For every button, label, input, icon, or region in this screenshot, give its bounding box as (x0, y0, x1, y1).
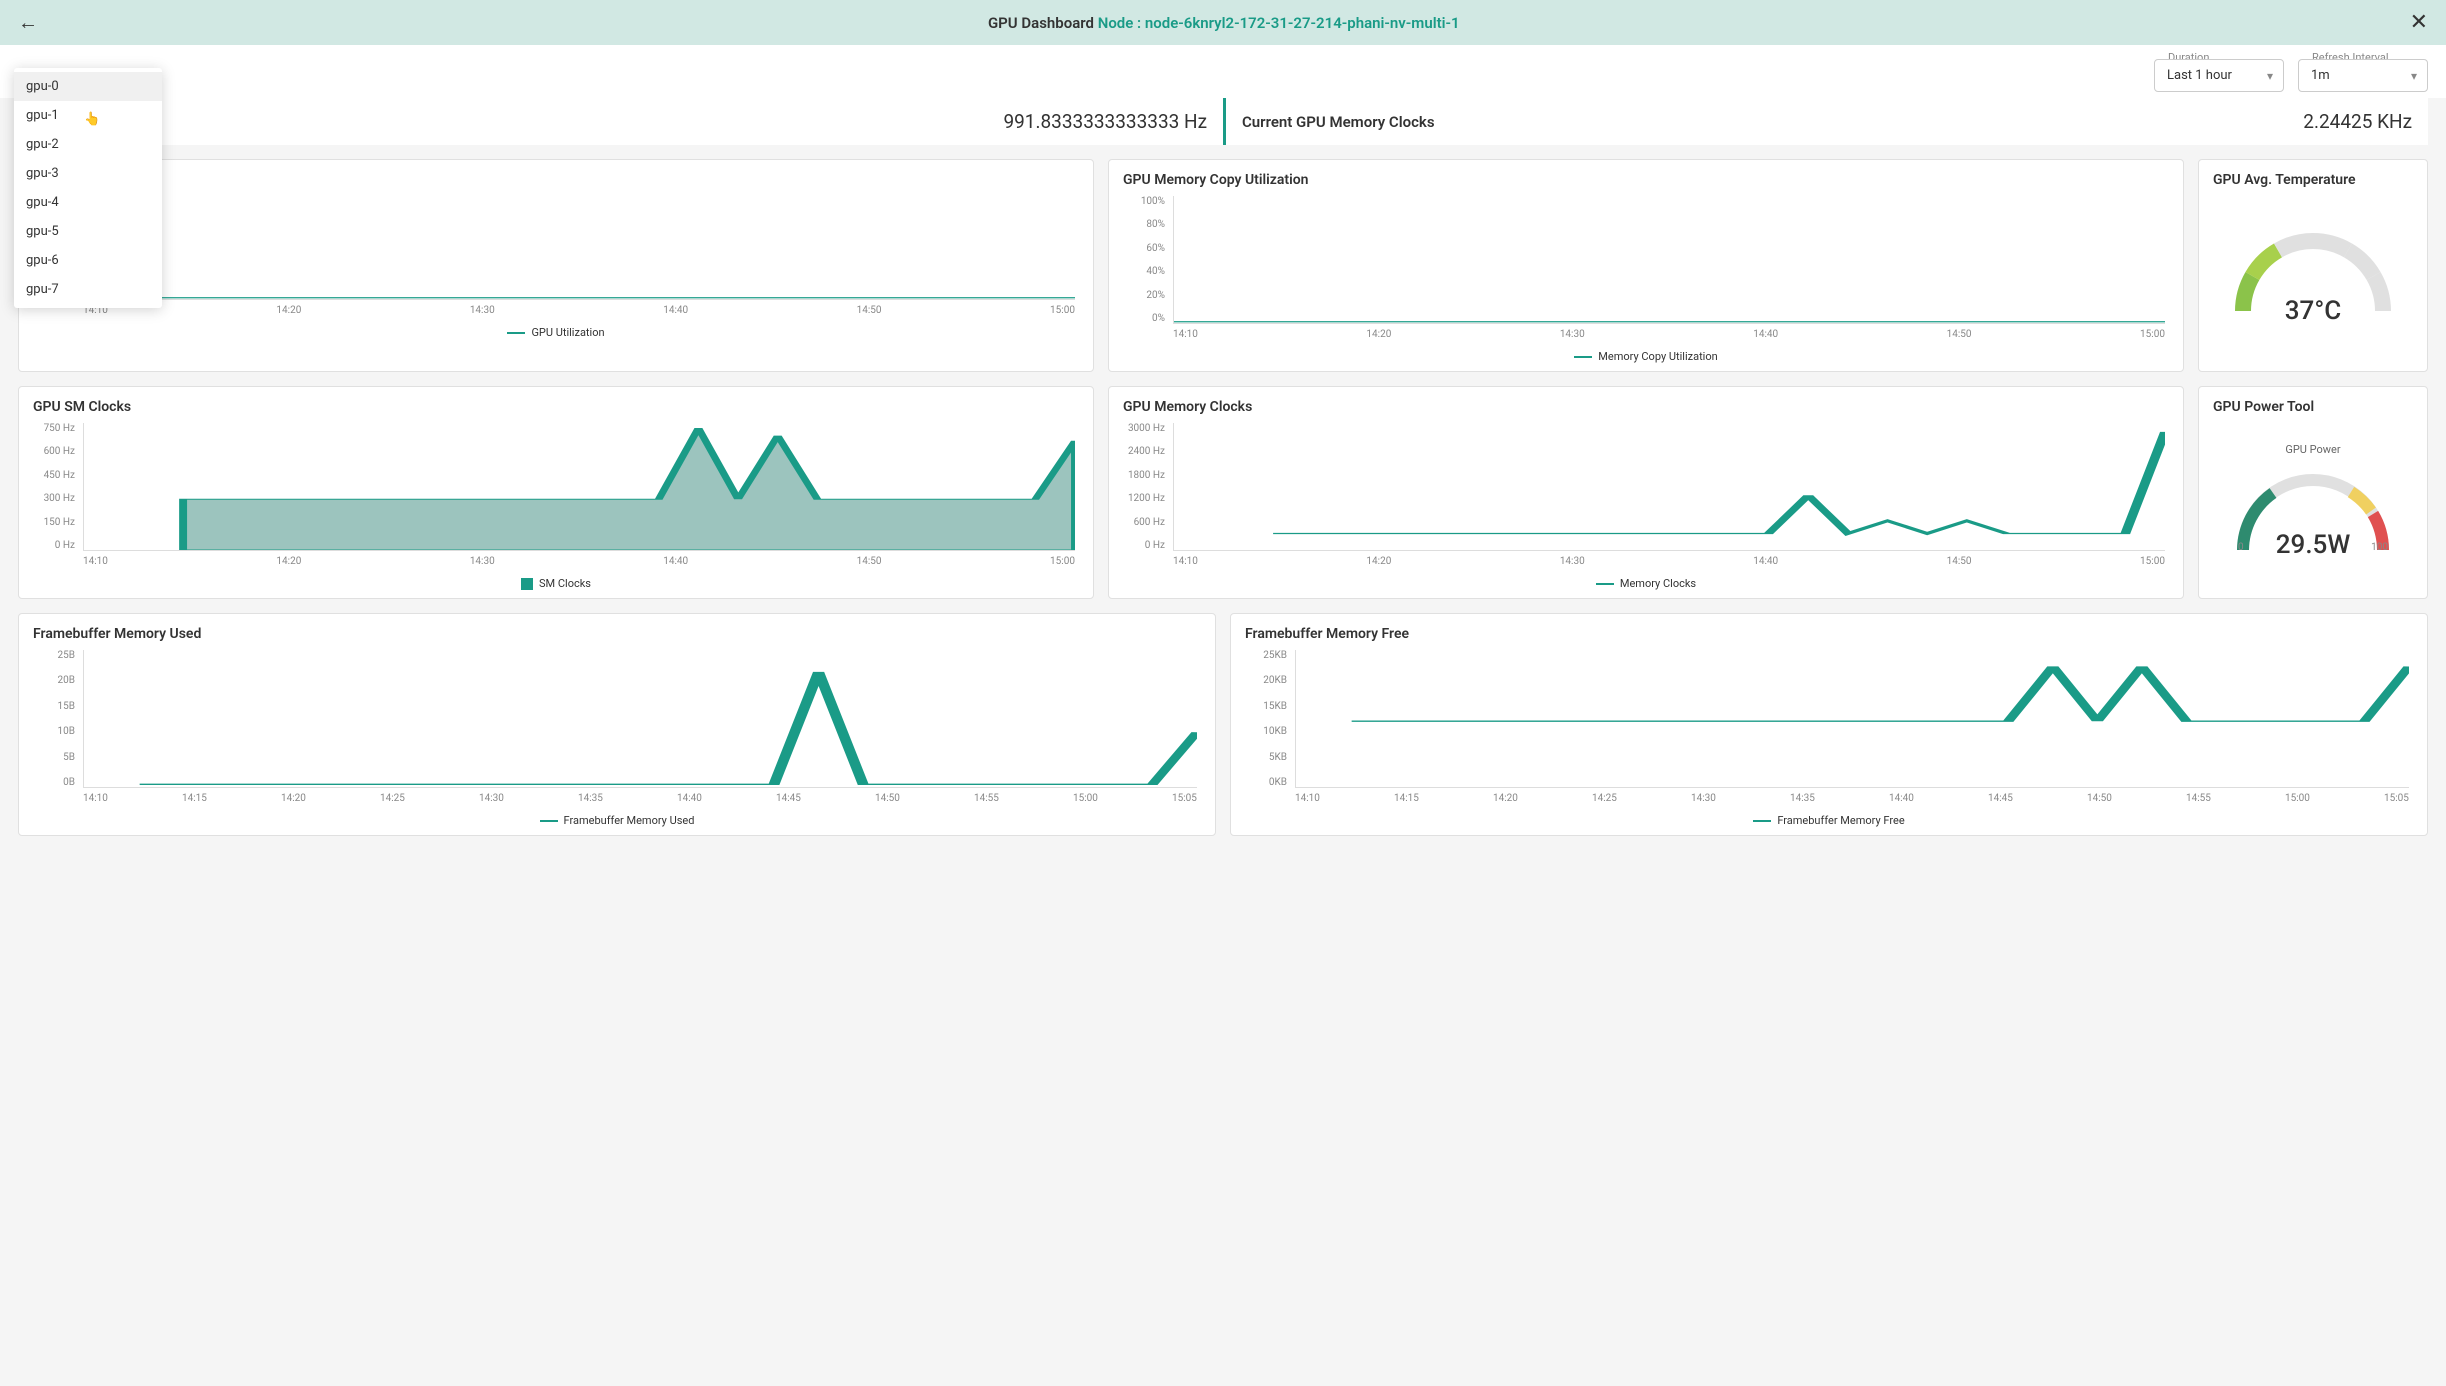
fb-free-title: Framebuffer Memory Free (1245, 626, 2413, 642)
memclk-legend: Memory Clocks (1123, 577, 2169, 590)
fb-free-legend: Framebuffer Memory Free (1245, 814, 2413, 827)
fb-free-yaxis: 25KB20KB15KB10KB5KB0KB (1245, 650, 1293, 788)
gpu-util-legend: GPU Utilization (33, 326, 1079, 339)
mem-copy-legend: Memory Copy Utilization (1123, 350, 2169, 363)
close-icon[interactable]: ✕ (2410, 10, 2428, 35)
memclk-plot (1173, 423, 2165, 551)
card-gpu-utilization: 20% 0% 14:1014:2014:3014:4014:5015:00 GP… (18, 159, 1094, 372)
duration-select[interactable]: Duration Last 1 hour (2154, 59, 2284, 92)
power-gauge-title: GPU Power (2285, 443, 2340, 456)
gpu-selector-dropdown[interactable]: gpu-0 gpu-1 gpu-2 gpu-3 gpu-4 gpu-5 gpu-… (14, 68, 162, 308)
card-gpu-temp: GPU Avg. Temperature 37°C (2198, 159, 2428, 372)
card-fb-free: Framebuffer Memory Free 25KB20KB15KB10KB… (1230, 613, 2428, 836)
metric-sm-clocks[interactable]: GPU SM Clocks 991.8333333333333 Hz (18, 98, 1223, 145)
page-title: GPU Dashboard Node : node-6knryl2-172-31… (38, 14, 2410, 32)
memclk-title: GPU Memory Clocks (1123, 399, 2169, 415)
gpu-option-1[interactable]: gpu-1 (14, 101, 162, 130)
temp-gauge: 37°C (2213, 196, 2413, 346)
header-bar: ← GPU Dashboard Node : node-6knryl2-172-… (0, 0, 2446, 45)
refresh-select[interactable]: Refresh Interval 1m (2298, 59, 2428, 92)
metric-sm-clocks-label: GPU SM Clocks (37, 113, 1003, 131)
fb-used-yaxis: 25B20B15B10B5B0B (33, 650, 81, 788)
power-gauge: GPU Power 29.5W 0100 (2213, 423, 2413, 573)
fb-used-title: Framebuffer Memory Used (33, 626, 1201, 642)
gpu-option-0[interactable]: gpu-0 (14, 72, 162, 101)
sm-title: GPU SM Clocks (33, 399, 1079, 415)
fb-free-plot (1295, 650, 2409, 788)
card-sm-clocks: GPU SM Clocks 750 Hz600 Hz450 Hz300 Hz15… (18, 386, 1094, 599)
temp-value: 37°C (2285, 296, 2341, 326)
metric-mem-clocks[interactable]: Current GPU Memory Clocks 2.24425 KHz (1223, 98, 2428, 145)
power-title: GPU Power Tool (2213, 399, 2413, 415)
card-gpu-power: GPU Power Tool GPU Power 29.5W 0100 (2198, 386, 2428, 599)
gpu-option-7[interactable]: gpu-7 (14, 275, 162, 304)
metrics-row: GPU SM Clocks 991.8333333333333 Hz Curre… (18, 98, 2428, 145)
sm-plot (83, 423, 1075, 551)
mem-copy-xaxis: 14:1014:2014:3014:4014:5015:00 (1173, 329, 2165, 340)
card-mem-copy-util: GPU Memory Copy Utilization 100%80%60%40… (1108, 159, 2184, 372)
fb-free-xaxis: 14:1014:1514:2014:2514:3014:3514:4014:45… (1295, 793, 2409, 804)
mem-copy-yaxis: 100%80%60%40%20%0% (1123, 196, 1171, 324)
fb-used-legend: Framebuffer Memory Used (33, 814, 1201, 827)
gpu-option-2[interactable]: gpu-2 (14, 130, 162, 159)
gpu-option-5[interactable]: gpu-5 (14, 217, 162, 246)
metric-mem-clocks-value: 2.24425 KHz (2303, 110, 2412, 133)
gpu-util-plot (83, 172, 1075, 300)
gpu-option-3[interactable]: gpu-3 (14, 159, 162, 188)
card-mem-clocks: GPU Memory Clocks 3000 Hz2400 Hz1800 Hz1… (1108, 386, 2184, 599)
metric-mem-clocks-label: Current GPU Memory Clocks (1242, 113, 2303, 131)
fb-used-plot (83, 650, 1197, 788)
gpu-option-6[interactable]: gpu-6 (14, 246, 162, 275)
mem-copy-title: GPU Memory Copy Utilization (1123, 172, 2169, 188)
back-arrow-icon[interactable]: ← (18, 10, 38, 35)
fb-used-xaxis: 14:1014:1514:2014:2514:3014:3514:4014:45… (83, 793, 1197, 804)
temp-title: GPU Avg. Temperature (2213, 172, 2413, 188)
duration-value[interactable]: Last 1 hour (2154, 59, 2284, 92)
controls-bar: Duration Last 1 hour Refresh Interval 1m (0, 45, 2446, 98)
card-fb-used: Framebuffer Memory Used 25B20B15B10B5B0B… (18, 613, 1216, 836)
memclk-xaxis: 14:1014:2014:3014:4014:5015:00 (1173, 556, 2165, 567)
power-range: 0100 (2238, 542, 2388, 553)
gpu-util-xaxis: 14:1014:2014:3014:4014:5015:00 (83, 305, 1075, 316)
mem-copy-plot (1173, 196, 2165, 324)
gpu-option-4[interactable]: gpu-4 (14, 188, 162, 217)
metric-sm-clocks-value: 991.8333333333333 Hz (1003, 110, 1207, 133)
refresh-value[interactable]: 1m (2298, 59, 2428, 92)
memclk-yaxis: 3000 Hz2400 Hz1800 Hz1200 Hz600 Hz0 Hz (1123, 423, 1171, 551)
sm-yaxis: 750 Hz600 Hz450 Hz300 Hz150 Hz0 Hz (33, 423, 81, 551)
sm-xaxis: 14:1014:2014:3014:4014:5015:00 (83, 556, 1075, 567)
sm-legend: SM Clocks (33, 577, 1079, 590)
